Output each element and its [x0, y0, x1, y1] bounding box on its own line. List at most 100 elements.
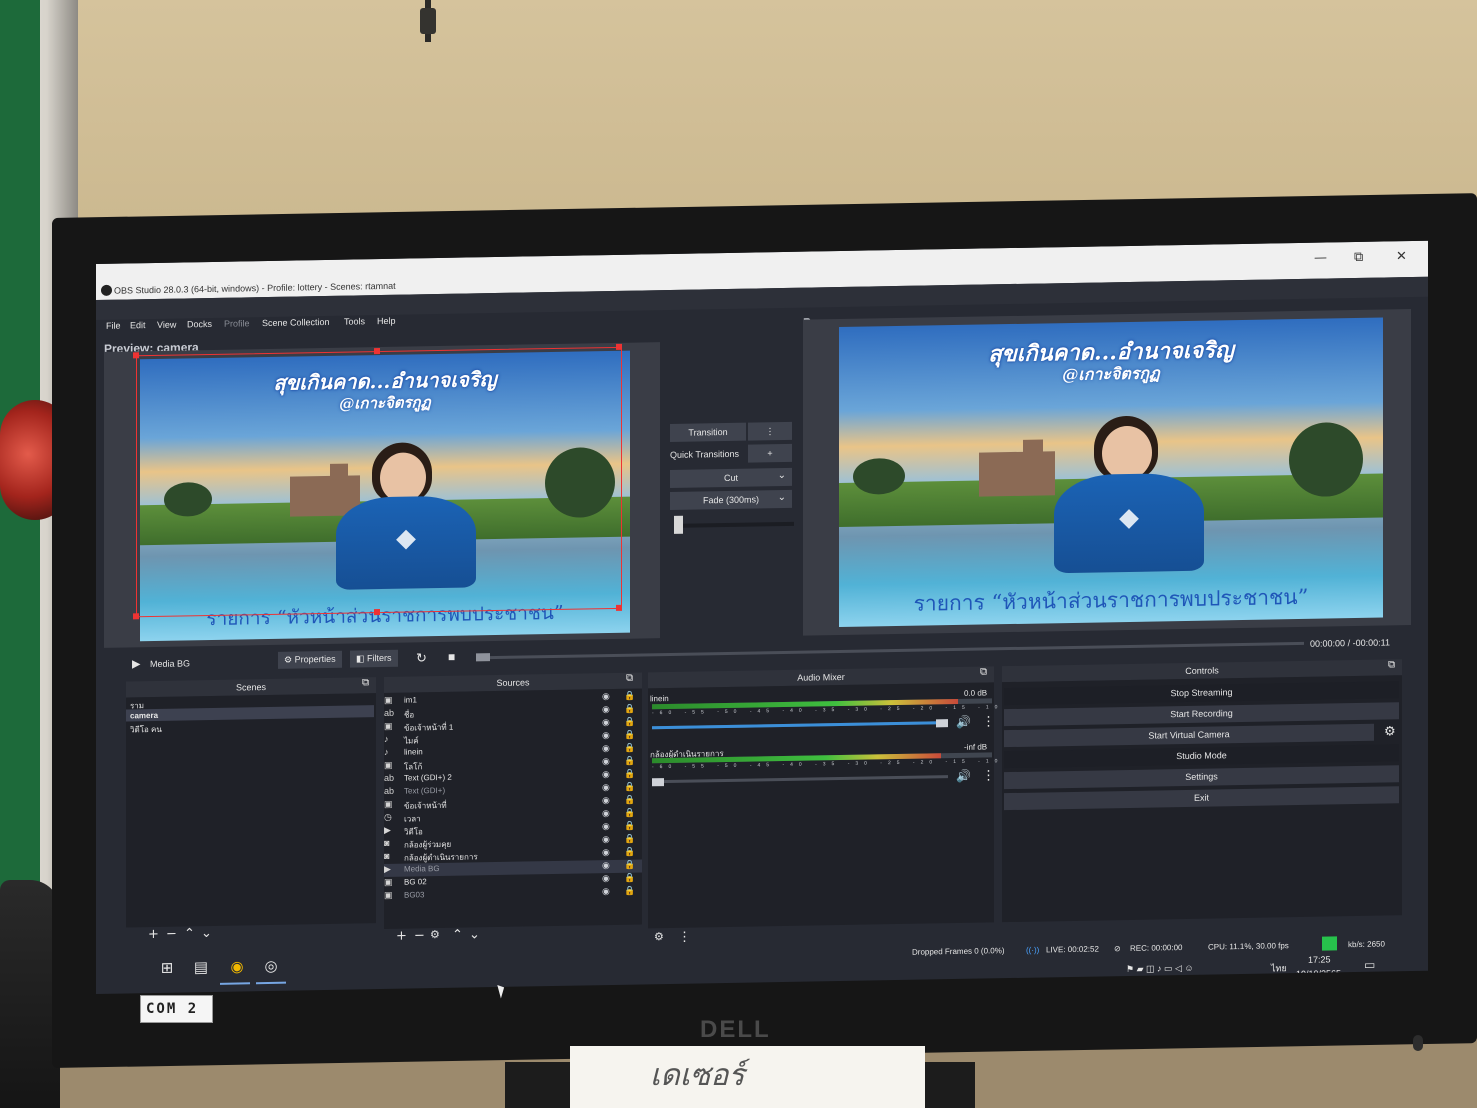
visibility-eye-icon[interactable]: ◉ — [602, 821, 610, 832]
lock-icon[interactable]: 🔒 — [624, 795, 635, 806]
more-vertical-icon[interactable]: ⋮ — [982, 768, 995, 783]
menu-view[interactable]: View — [157, 320, 176, 330]
undock-icon[interactable]: ⧉ — [626, 673, 633, 684]
play-icon[interactable]: ▶ — [132, 657, 140, 670]
visibility-eye-icon[interactable]: ◉ — [602, 717, 610, 728]
menu-profile[interactable]: Profile — [224, 318, 250, 328]
visibility-eye-icon[interactable]: ◉ — [602, 730, 610, 741]
menu-tools[interactable]: Tools — [344, 316, 365, 326]
undock-icon[interactable]: ⧉ — [362, 677, 369, 688]
scene-item[interactable]: วิดีโอ คน — [130, 723, 162, 737]
virtual-camera-settings-icon[interactable]: ⚙ — [1384, 724, 1396, 739]
move-source-up-button[interactable]: ⌃ — [452, 928, 463, 943]
t-bar-track[interactable] — [674, 521, 794, 528]
image-icon: ▣ — [384, 720, 393, 731]
task-manager-icon[interactable]: ▤ — [190, 958, 212, 980]
volume-slider-handle[interactable] — [652, 778, 664, 787]
undock-icon[interactable]: ⧉ — [1388, 659, 1395, 670]
undock-icon[interactable]: ⧉ — [980, 666, 987, 677]
lock-icon[interactable]: 🔒 — [624, 860, 635, 871]
add-quick-transition-button[interactable]: + — [748, 443, 792, 463]
lock-icon[interactable]: 🔒 — [624, 886, 635, 897]
visibility-eye-icon[interactable]: ◉ — [602, 886, 610, 897]
stop-icon[interactable]: ■ — [448, 650, 455, 664]
mixer-menu-icon[interactable]: ⋮ — [678, 930, 691, 945]
lock-icon[interactable]: 🔒 — [624, 691, 635, 702]
menu-docks[interactable]: Docks — [187, 319, 212, 329]
obs-taskbar-icon[interactable]: ◎ — [260, 957, 282, 979]
chrome-icon[interactable]: ◉ — [226, 957, 248, 979]
resize-handle-tr[interactable] — [616, 343, 622, 350]
scene-item-camera[interactable]: camera — [130, 711, 158, 720]
add-scene-button[interactable]: + — [148, 927, 159, 942]
lock-icon[interactable]: 🔒 — [624, 704, 635, 715]
menu-scene-collection[interactable]: Scene Collection — [262, 317, 330, 328]
lock-icon[interactable]: 🔒 — [624, 808, 635, 819]
transition-button[interactable]: Transition — [670, 422, 746, 442]
visibility-eye-icon[interactable]: ◉ — [602, 704, 610, 715]
media-seek-handle[interactable] — [476, 653, 490, 662]
lock-icon[interactable]: 🔒 — [624, 730, 635, 741]
transition-menu-button[interactable]: ⋮ — [748, 421, 792, 441]
minimize-button[interactable]: — — [1314, 251, 1327, 266]
speaker-icon[interactable]: 🔊 — [956, 715, 971, 729]
visibility-eye-icon[interactable]: ◉ — [602, 782, 610, 793]
visibility-eye-icon[interactable]: ◉ — [602, 808, 610, 819]
lock-icon[interactable]: 🔒 — [624, 847, 635, 858]
visibility-eye-icon[interactable]: ◉ — [602, 769, 610, 780]
visibility-eye-icon[interactable]: ◉ — [602, 795, 610, 806]
filters-button[interactable]: ◧ Filters — [350, 649, 398, 668]
move-scene-down-button[interactable]: ⌄ — [201, 926, 212, 941]
lock-icon[interactable]: 🔒 — [624, 717, 635, 728]
add-source-button[interactable]: + — [396, 929, 407, 944]
visibility-eye-icon[interactable]: ◉ — [602, 873, 610, 884]
visibility-eye-icon[interactable]: ◉ — [602, 860, 610, 871]
media-seek-bar[interactable] — [476, 641, 1304, 660]
lock-icon[interactable]: 🔒 — [624, 769, 635, 780]
visibility-eye-icon[interactable]: ◉ — [602, 847, 610, 858]
restart-icon[interactable]: ↻ — [416, 650, 427, 666]
tray-icons[interactable]: ⚑ ▰ ◫ ♪ ▭ ◁ ☺ — [1126, 963, 1194, 975]
resize-handle-tl[interactable] — [133, 352, 139, 359]
resize-handle-bottom[interactable] — [374, 609, 380, 616]
volume-slider-handle[interactable] — [936, 719, 948, 728]
resize-handle-bl[interactable] — [133, 613, 139, 620]
mixer-settings-icon[interactable]: ⚙ — [654, 930, 664, 943]
menu-help[interactable]: Help — [377, 316, 396, 326]
preview-selection-box[interactable] — [136, 346, 622, 618]
visibility-eye-icon[interactable]: ◉ — [602, 743, 610, 754]
remove-scene-button[interactable]: − — [166, 927, 177, 942]
fade-dropdown[interactable]: Fade (300ms) ⌄ — [670, 489, 792, 510]
visibility-eye-icon[interactable]: ◉ — [602, 834, 610, 845]
visibility-eye-icon[interactable]: ◉ — [602, 756, 610, 767]
menu-file[interactable]: File — [106, 321, 121, 331]
move-source-down-button[interactable]: ⌄ — [469, 927, 480, 942]
clock-time[interactable]: 17:25 — [1308, 954, 1331, 964]
com-sticker: COM 2 — [140, 995, 213, 1023]
remove-source-button[interactable]: − — [414, 928, 425, 943]
move-scene-up-button[interactable]: ⌃ — [184, 926, 195, 941]
visibility-eye-icon[interactable]: ◉ — [602, 691, 610, 702]
t-bar-handle[interactable] — [674, 515, 683, 534]
source-properties-icon[interactable]: ⚙ — [430, 928, 440, 941]
lock-icon[interactable]: 🔒 — [624, 743, 635, 754]
resize-handle-br[interactable] — [616, 604, 622, 611]
power-button[interactable] — [1413, 1035, 1423, 1051]
media-time-separator: / — [1347, 638, 1351, 649]
resize-handle-top[interactable] — [374, 348, 380, 355]
menu-edit[interactable]: Edit — [130, 320, 146, 330]
lock-icon[interactable]: 🔒 — [624, 873, 635, 884]
cut-dropdown[interactable]: Cut ⌄ — [670, 467, 792, 488]
lock-icon[interactable]: 🔒 — [624, 782, 635, 793]
more-vertical-icon[interactable]: ⋮ — [982, 714, 995, 729]
close-button[interactable]: ✕ — [1396, 249, 1407, 264]
speaker-icon[interactable]: 🔊 — [956, 769, 971, 783]
lock-icon[interactable]: 🔒 — [624, 756, 635, 767]
lock-icon[interactable]: 🔒 — [624, 834, 635, 845]
restore-button[interactable]: ⧉ — [1354, 250, 1363, 265]
windows-start-icon[interactable]: ⊞ — [156, 959, 178, 981]
properties-button[interactable]: ⚙ Properties — [278, 650, 342, 669]
lock-icon[interactable]: 🔒 — [624, 821, 635, 832]
active-app-indicator — [256, 981, 286, 985]
notification-icon[interactable]: ▭ — [1364, 958, 1375, 972]
